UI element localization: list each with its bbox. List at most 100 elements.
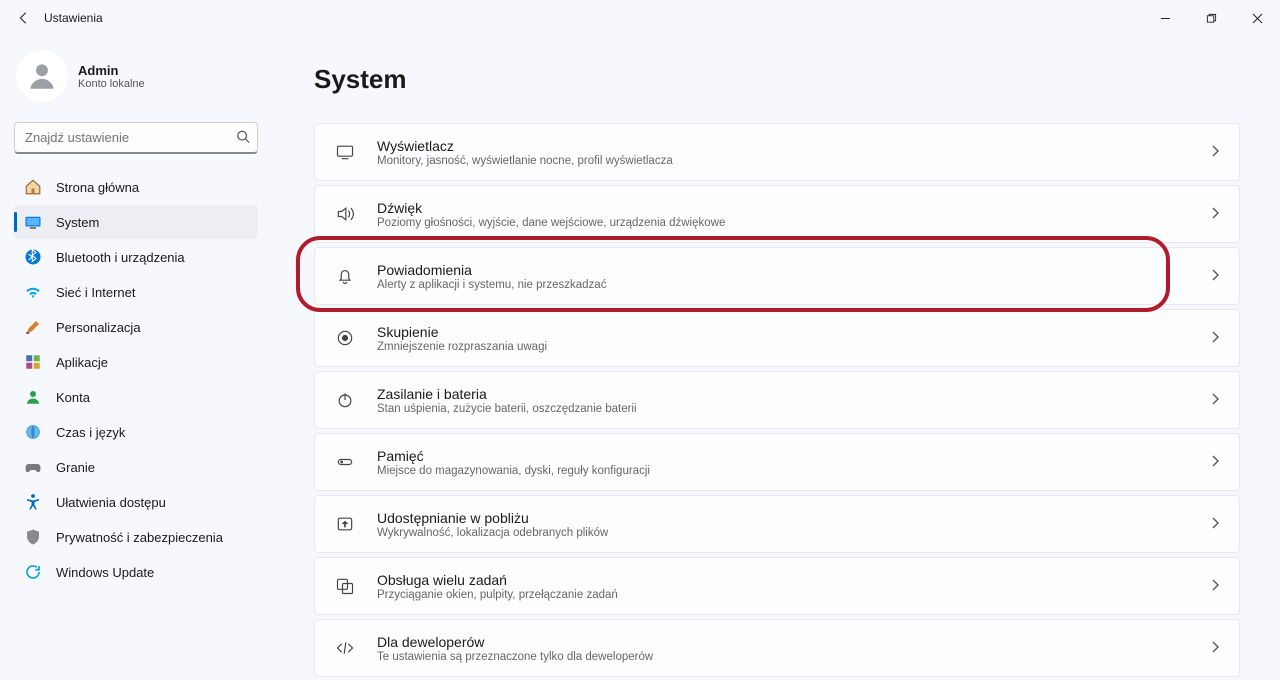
update-icon [22,561,44,583]
card-subtitle: Monitory, jasność, wyświetlanie nocne, p… [377,155,1209,167]
sound-icon [331,200,359,228]
nav-system[interactable]: System [14,205,258,239]
nav-accounts[interactable]: Konta [14,380,258,414]
card-subtitle: Wykrywalność, lokalizacja odebranych pli… [377,527,1209,539]
chevron-right-icon [1209,579,1221,594]
display-icon [331,138,359,166]
notifications-icon [331,262,359,290]
window-controls [1142,0,1280,36]
nav-label: Prywatność i zabezpieczenia [56,530,223,545]
chevron-right-icon [1209,517,1221,532]
nav-label: Sieć i Internet [56,285,136,300]
main-panel: System Wyświetlacz Monitory, jasność, wy… [272,36,1280,680]
nav-privacy[interactable]: Prywatność i zabezpieczenia [14,520,258,554]
card-title: Udostępnianie w pobliżu [377,510,1209,526]
bluetooth-icon [22,246,44,268]
card-sound[interactable]: Dźwięk Poziomy głośności, wyjście, dane … [314,185,1240,243]
nav-network[interactable]: Sieć i Internet [14,275,258,309]
settings-card-list: Wyświetlacz Monitory, jasność, wyświetla… [314,123,1240,680]
storage-icon [331,448,359,476]
user-block[interactable]: Admin Konto lokalne [14,46,258,114]
nav-list: Strona główna System Bluetooth i urządze… [14,170,258,589]
card-title: Dźwięk [377,200,1209,216]
time-icon [22,421,44,443]
card-developers[interactable]: Dla deweloperów Te ustawienia są przezna… [314,619,1240,677]
nav-label: Aplikacje [56,355,108,370]
nav-label: Personalizacja [56,320,141,335]
nav-label: Bluetooth i urządzenia [56,250,185,265]
user-subtitle: Konto lokalne [78,78,145,90]
window-title: Ustawienia [44,11,103,25]
card-subtitle: Przyciąganie okien, pulpity, przełączani… [377,589,1209,601]
nav-time[interactable]: Czas i język [14,415,258,449]
card-subtitle: Miejsce do magazynowania, dyski, reguły … [377,465,1209,477]
share-icon [331,510,359,538]
apps-icon [22,351,44,373]
multitasking-icon [331,572,359,600]
card-title: Skupienie [377,324,1209,340]
nav-apps[interactable]: Aplikacje [14,345,258,379]
card-subtitle: Stan uśpienia, zużycie baterii, oszczędz… [377,403,1209,415]
home-icon [22,176,44,198]
nav-gaming[interactable]: Granie [14,450,258,484]
network-icon [22,281,44,303]
nav-label: Windows Update [56,565,154,580]
title-bar: Ustawienia [0,0,1280,36]
chevron-right-icon [1209,455,1221,470]
card-multitasking[interactable]: Obsługa wielu zadań Przyciąganie okien, … [314,557,1240,615]
card-title: Zasilanie i bateria [377,386,1209,402]
gaming-icon [22,456,44,478]
chevron-right-icon [1209,641,1221,656]
chevron-right-icon [1209,207,1221,222]
privacy-icon [22,526,44,548]
user-name: Admin [78,63,145,78]
personalization-icon [22,316,44,338]
card-title: Dla deweloperów [377,634,1209,650]
nav-label: Ułatwienia dostępu [56,495,166,510]
search-input[interactable] [14,122,258,154]
nav-bluetooth[interactable]: Bluetooth i urządzenia [14,240,258,274]
card-subtitle: Poziomy głośności, wyjście, dane wejścio… [377,217,1209,229]
card-subtitle: Zmniejszenie rozpraszania uwagi [377,341,1209,353]
avatar [16,50,68,102]
chevron-right-icon [1209,331,1221,346]
nav-personalization[interactable]: Personalizacja [14,310,258,344]
system-icon [22,211,44,233]
accounts-icon [22,386,44,408]
card-focus[interactable]: Skupienie Zmniejszenie rozpraszania uwag… [314,309,1240,367]
nav-update[interactable]: Windows Update [14,555,258,589]
nav-label: Granie [56,460,95,475]
sidebar: Admin Konto lokalne Strona główna Syst [0,36,272,680]
nav-label: Konta [56,390,90,405]
chevron-right-icon [1209,269,1221,284]
card-subtitle: Alerty z aplikacji i systemu, nie przesz… [377,279,1209,291]
nav-label: Czas i język [56,425,125,440]
card-title: Pamięć [377,448,1209,464]
card-display[interactable]: Wyświetlacz Monitory, jasność, wyświetla… [314,123,1240,181]
power-icon [331,386,359,414]
nav-label: System [56,215,99,230]
close-button[interactable] [1234,0,1280,36]
accessibility-icon [22,491,44,513]
card-subtitle: Te ustawienia są przeznaczone tylko dla … [377,651,1209,663]
chevron-right-icon [1209,145,1221,160]
nav-accessibility[interactable]: Ułatwienia dostępu [14,485,258,519]
maximize-button[interactable] [1188,0,1234,36]
card-storage[interactable]: Pamięć Miejsce do magazynowania, dyski, … [314,433,1240,491]
card-title: Obsługa wielu zadań [377,572,1209,588]
page-title: System [314,64,1240,95]
minimize-button[interactable] [1142,0,1188,36]
card-notifications[interactable]: Powiadomienia Alerty z aplikacji i syste… [314,247,1240,305]
search-icon [236,130,250,147]
nav-label: Strona główna [56,180,139,195]
back-button[interactable] [10,4,38,32]
developers-icon [331,634,359,662]
focus-icon [331,324,359,352]
card-title: Powiadomienia [377,262,1209,278]
search-field[interactable] [14,122,258,154]
card-power[interactable]: Zasilanie i bateria Stan uśpienia, zużyc… [314,371,1240,429]
chevron-right-icon [1209,393,1221,408]
nav-home[interactable]: Strona główna [14,170,258,204]
card-nearby-share[interactable]: Udostępnianie w pobliżu Wykrywalność, lo… [314,495,1240,553]
card-title: Wyświetlacz [377,138,1209,154]
